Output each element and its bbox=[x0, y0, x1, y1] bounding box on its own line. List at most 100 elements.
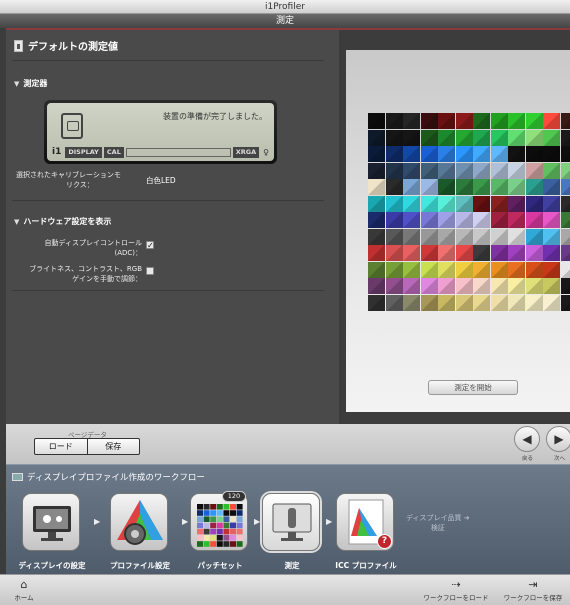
color-patch bbox=[385, 261, 403, 278]
color-patch bbox=[385, 278, 403, 294]
patch-set-swatch bbox=[203, 522, 210, 529]
color-patch bbox=[438, 113, 455, 129]
patch-set-swatch bbox=[216, 522, 223, 529]
adc-checkbox[interactable]: ✓ bbox=[146, 241, 154, 250]
patch-set-swatch bbox=[230, 535, 236, 541]
color-patch bbox=[420, 129, 438, 146]
bottom-toolbar: ⌂ ホーム ⇢ ワークフローをロード ⇥ ワークフローを保存 bbox=[0, 574, 570, 605]
device-section-title: 測定器 bbox=[23, 79, 48, 88]
color-patch bbox=[490, 129, 508, 146]
patch-set-icon bbox=[197, 504, 243, 547]
color-patch bbox=[438, 261, 455, 278]
display-quality-step[interactable]: ディスプレイ品質 ➔ 検証 bbox=[406, 513, 470, 533]
patch-set-swatch bbox=[223, 510, 230, 516]
hardware-section-toggle[interactable]: ▼ ハードウェア設定を表示 bbox=[14, 216, 111, 227]
manual-adjust-checkbox[interactable] bbox=[146, 267, 154, 275]
lcd-status-row: i1 DISPLAY CAL XRGA ♀ bbox=[50, 146, 271, 158]
color-patch bbox=[420, 212, 438, 228]
patch-set-swatch bbox=[223, 541, 230, 547]
back-button[interactable]: ◀ bbox=[514, 426, 540, 452]
device-status-display: 装置の準備が完了しました。 i1 DISPLAY CAL XRGA ♀ bbox=[44, 100, 277, 164]
color-patch bbox=[508, 212, 525, 228]
color-patch bbox=[508, 146, 525, 162]
patch-set-swatch bbox=[236, 516, 243, 522]
color-patch bbox=[508, 162, 525, 179]
calibration-mode-value: 白色LED bbox=[146, 176, 176, 185]
color-patch bbox=[490, 195, 508, 212]
patch-set-swatch bbox=[223, 522, 230, 529]
color-patch bbox=[508, 113, 525, 129]
color-patch bbox=[473, 162, 490, 179]
patch-set-swatch bbox=[210, 510, 217, 516]
save-workflow-button[interactable]: ⇥ ワークフローを保存 bbox=[498, 578, 568, 602]
color-patch bbox=[490, 179, 508, 195]
color-patch bbox=[560, 212, 570, 228]
color-patch bbox=[473, 261, 490, 278]
color-patch bbox=[368, 278, 385, 294]
color-patch bbox=[455, 129, 473, 146]
patch-set-swatch bbox=[203, 541, 210, 547]
patch-set-swatch bbox=[223, 504, 230, 510]
patch-set-swatch bbox=[197, 522, 203, 529]
color-patch bbox=[420, 179, 438, 195]
manual-adjust-label-line1: ブライトネス、コントラスト、RGB bbox=[29, 265, 142, 273]
color-patch bbox=[490, 278, 508, 294]
color-patch bbox=[508, 261, 525, 278]
color-patch bbox=[420, 278, 438, 294]
next-button[interactable]: ▶ bbox=[546, 426, 570, 452]
step-bar: 測定 bbox=[0, 14, 570, 28]
color-patch bbox=[560, 228, 570, 245]
cal-tag: CAL bbox=[103, 146, 124, 158]
load-button[interactable]: ロード bbox=[35, 439, 87, 454]
error-badge-icon: ? bbox=[377, 534, 392, 549]
start-measurement-button[interactable]: 測定を開始 bbox=[428, 380, 518, 395]
workflow-step-display-settings[interactable] bbox=[22, 493, 80, 551]
color-patch bbox=[455, 261, 473, 278]
color-patch bbox=[385, 245, 403, 261]
save-button[interactable]: 保存 bbox=[86, 439, 140, 454]
patch-set-swatch bbox=[210, 535, 217, 541]
color-patch bbox=[473, 179, 490, 195]
color-patch bbox=[560, 245, 570, 261]
color-patch bbox=[403, 162, 420, 179]
calibration-mode-label: 選択されたキャリブレーションモ リクス： bbox=[16, 170, 144, 190]
color-patch bbox=[403, 129, 420, 146]
color-patch bbox=[473, 195, 490, 212]
color-patch bbox=[368, 195, 385, 212]
manual-adjust-label-line2: ゲインを手動で調節： bbox=[72, 275, 142, 283]
workflow-step-profile-settings[interactable] bbox=[110, 493, 168, 551]
color-patch bbox=[403, 113, 420, 129]
calibration-mode-label-line1: 選択されたキャリブレーションモ bbox=[16, 171, 121, 179]
color-patch bbox=[473, 113, 490, 129]
adc-label: 自動ディスプレイコントロール (ADC)： bbox=[16, 238, 142, 258]
patch-set-swatch bbox=[223, 535, 230, 541]
color-patch bbox=[525, 113, 543, 129]
i1-logo: i1 bbox=[52, 147, 62, 157]
device-status-message: 装置の準備が完了しました。 bbox=[163, 112, 267, 121]
color-patch bbox=[455, 162, 473, 179]
color-patch bbox=[385, 146, 403, 162]
color-patch bbox=[420, 245, 438, 261]
patch-set-swatch bbox=[203, 504, 210, 510]
patch-set-swatch bbox=[223, 528, 230, 535]
patch-set-swatch bbox=[203, 535, 210, 541]
lcd-screen: 装置の準備が完了しました。 i1 DISPLAY CAL XRGA ♀ bbox=[47, 103, 274, 161]
page-data-buttons: ロード 保存 bbox=[34, 438, 140, 455]
color-patch bbox=[560, 278, 570, 294]
home-button[interactable]: ⌂ ホーム bbox=[6, 578, 42, 602]
step-label-icc-profile: ICC プロファイル bbox=[335, 561, 397, 570]
load-workflow-button[interactable]: ⇢ ワークフローをロード bbox=[418, 578, 494, 602]
device-section-toggle[interactable]: ▼ 測定器 bbox=[14, 78, 47, 89]
color-patch bbox=[403, 179, 420, 195]
color-patch bbox=[543, 179, 560, 195]
workflow-step-measure[interactable] bbox=[262, 493, 320, 551]
patch-set-swatch bbox=[197, 528, 203, 535]
save-workflow-icon: ⇥ bbox=[528, 578, 538, 591]
color-patch bbox=[368, 113, 385, 129]
color-patch bbox=[438, 195, 455, 212]
step-label-profile-settings: プロファイル設定 bbox=[110, 561, 170, 570]
patch-set-swatch bbox=[197, 541, 203, 547]
color-patch bbox=[385, 212, 403, 228]
color-patch bbox=[490, 261, 508, 278]
color-patch bbox=[543, 162, 560, 179]
